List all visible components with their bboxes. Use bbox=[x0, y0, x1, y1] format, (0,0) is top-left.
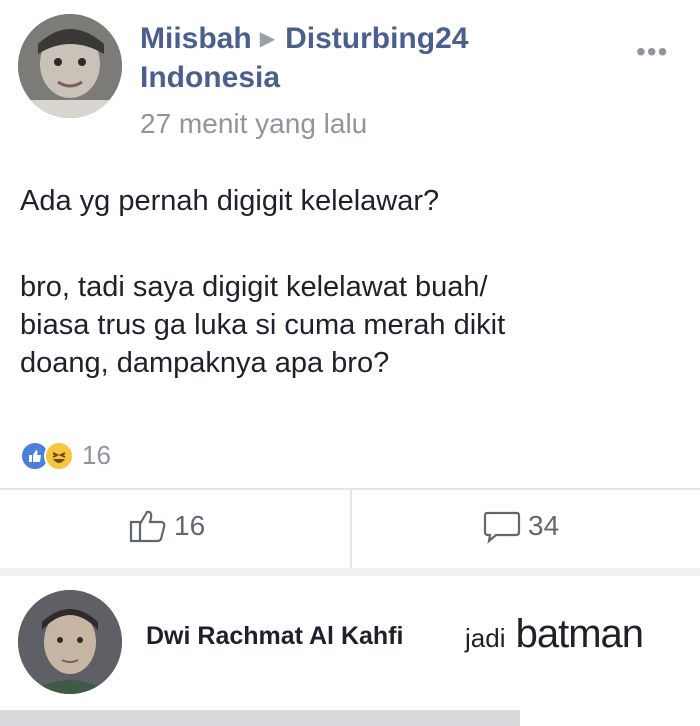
author-avatar-image bbox=[18, 14, 122, 118]
author-avatar[interactable] bbox=[18, 14, 122, 118]
comment-item: Dwi Rachmat Al Kahfi jadi batman bbox=[0, 576, 700, 726]
arrow-right-icon: ▶ bbox=[259, 28, 276, 50]
post-body: Ada yg pernah digigit kelelawar? bro, ta… bbox=[20, 182, 680, 382]
comment-text: jadi batman bbox=[465, 612, 644, 657]
divider bbox=[350, 490, 352, 570]
post-text-line: bro, tadi saya digigit kelelawat buah/ bbox=[20, 271, 488, 303]
group-name[interactable]: Disturbing24 bbox=[285, 20, 468, 58]
post-card: Miisbah ▶ Disturbing24 Indonesia 27 meni… bbox=[0, 0, 700, 570]
section-separator bbox=[0, 568, 700, 576]
post-text-line: biasa trus ga luka si cuma merah dikit bbox=[20, 309, 506, 341]
bottom-bar bbox=[0, 710, 520, 726]
post-header: Miisbah ▶ Disturbing24 Indonesia 27 meni… bbox=[140, 20, 640, 142]
thumbs-up-icon bbox=[129, 510, 166, 543]
more-icon[interactable]: ••• bbox=[636, 36, 668, 68]
post-text-line: Ada yg pernah digigit kelelawar? bbox=[20, 185, 440, 217]
reaction-count: 16 bbox=[82, 440, 111, 470]
comment-text-prefix: jadi bbox=[465, 623, 506, 653]
commenter-avatar[interactable] bbox=[18, 590, 122, 694]
like-button[interactable]: 16 bbox=[128, 508, 205, 544]
comment-bubble-icon bbox=[483, 511, 521, 544]
author-name[interactable]: Miisbah bbox=[140, 20, 252, 58]
comment-text-main: batman bbox=[515, 612, 644, 656]
haha-reaction-icon bbox=[44, 440, 74, 471]
comment-count: 34 bbox=[528, 510, 560, 541]
comment-button[interactable]: 34 bbox=[482, 508, 559, 544]
commenter-avatar-image bbox=[18, 590, 122, 694]
post-text-line: doang, dampaknya apa bro? bbox=[20, 347, 390, 379]
post-timestamp[interactable]: 27 menit yang lalu bbox=[140, 106, 640, 142]
commenter-name[interactable]: Dwi Rachmat Al Kahfi bbox=[146, 622, 403, 651]
group-name-line2[interactable]: Indonesia bbox=[140, 58, 640, 98]
reactions-summary[interactable]: 16 bbox=[20, 440, 111, 471]
like-count: 16 bbox=[174, 510, 206, 541]
